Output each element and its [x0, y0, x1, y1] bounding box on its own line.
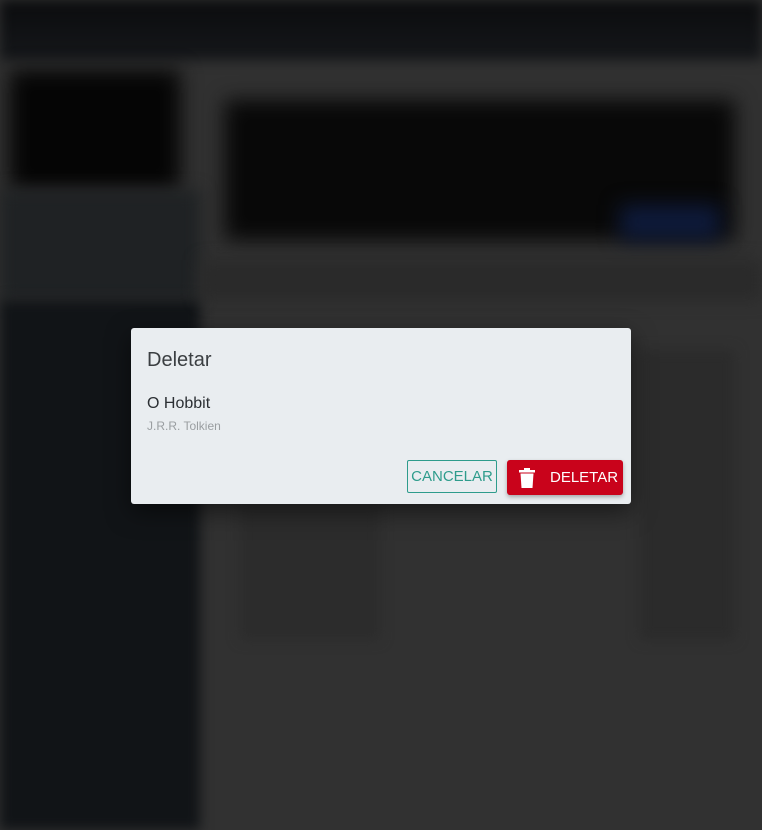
background-top-bar — [0, 0, 762, 60]
background-side-band — [0, 190, 200, 300]
trash-icon — [518, 467, 536, 488]
background-card — [640, 350, 735, 640]
cancel-button-label: CANCELAR — [411, 468, 493, 485]
book-title: O Hobbit — [147, 395, 211, 412]
background-card — [240, 500, 380, 640]
delete-button-label: DELETAR — [550, 469, 619, 486]
background-band — [200, 260, 762, 300]
delete-button[interactable]: DELETAR — [507, 460, 623, 495]
delete-dialog: Deletar O Hobbit J.R.R. Tolkien CANCELAR… — [131, 328, 631, 504]
cancel-button[interactable]: CANCELAR — [407, 460, 497, 493]
background-cover-image — [10, 70, 180, 190]
dialog-title: Deletar — [147, 349, 212, 371]
book-author: J.R.R. Tolkien — [147, 419, 221, 433]
background-blue-button — [620, 205, 720, 240]
